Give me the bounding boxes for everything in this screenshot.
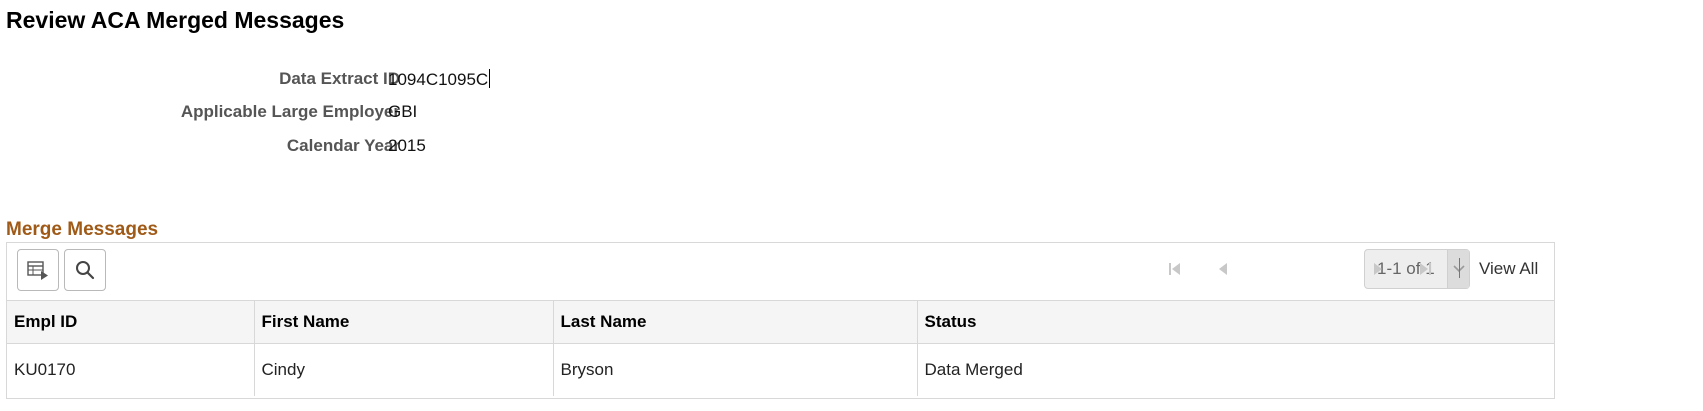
grid-toolbar: 1-1 of 1 View All [7,243,1554,300]
search-icon [76,261,95,280]
chevron-down-icon [1447,250,1469,288]
page-title: Review ACA Merged Messages [6,7,345,33]
find-button[interactable] [64,249,106,291]
grid-personalize-icon [27,261,48,280]
cell-status: Data Merged [924,360,1023,379]
field-label-applicable-large-employer: Applicable Large Employer [180,102,400,121]
section-title-merge-messages: Merge Messages [6,219,159,240]
next-page-button[interactable] [1368,259,1388,279]
first-page-icon [1169,263,1180,275]
merge-messages-table: Empl ID First Name Last Name Status KU01… [7,300,1554,396]
cell-empl-id: KU0170 [7,343,255,396]
column-header-last-name[interactable]: Last Name [553,300,918,344]
table-header-row: Empl ID First Name Last Name Status [7,300,1554,344]
column-header-first-name[interactable]: First Name [254,300,554,344]
table-row: KU0170 Cindy Bryson Data Merged [7,343,1554,396]
cell-last-name: Bryson [553,343,918,396]
column-header-empl-id[interactable]: Empl ID [7,300,255,344]
merge-messages-grid: 1-1 of 1 View All Empl ID First Name Las… [6,242,1555,399]
field-value-calendar-year: 2015 [388,136,426,155]
last-page-icon [1420,263,1431,275]
next-page-icon [1374,263,1382,275]
cell-first-name: Cindy [254,343,554,396]
view-all-link[interactable]: View All [1479,259,1538,279]
field-label-calendar-year: Calendar Year [286,136,400,155]
previous-page-icon [1219,263,1227,275]
toolbar-divider [1459,258,1460,278]
first-page-button[interactable] [1165,259,1185,279]
previous-page-button[interactable] [1213,259,1233,279]
column-header-status[interactable]: Status [917,300,1554,344]
field-value-applicable-large-employer: GBI [388,102,418,121]
field-value-data-extract-id: 1094C1095C [388,69,491,89]
last-page-button[interactable] [1415,259,1435,279]
personalize-grid-button[interactable] [17,249,59,291]
field-label-data-extract-id: Data Extract ID [279,69,400,88]
